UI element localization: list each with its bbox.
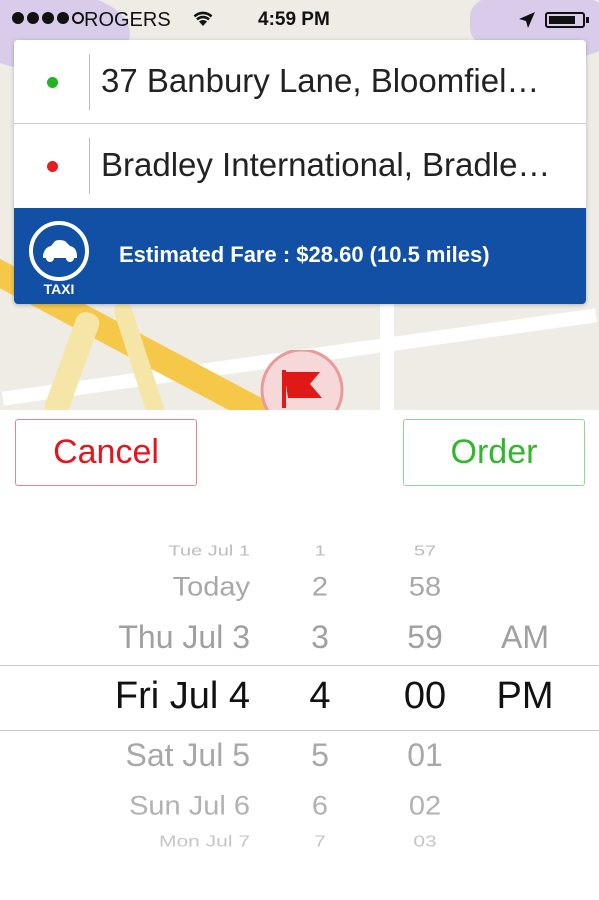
estimated-fare: Estimated Fare : $28.60 (10.5 miles)	[119, 242, 490, 267]
clock: 4:59 PM	[258, 9, 330, 30]
date-option[interactable]: Today	[50, 574, 250, 601]
hour-option[interactable]: 2	[290, 574, 350, 601]
order-button[interactable]: Order	[403, 419, 585, 486]
date-option[interactable]: Tue Jul 1	[50, 544, 250, 559]
hour-option[interactable]: 7	[290, 834, 350, 850]
pickup-address: 37 Banbury Lane, Bloomfiel…	[101, 62, 540, 99]
dropoff-address-field[interactable]: Bradley International, Bradle…	[14, 124, 586, 208]
divider	[89, 138, 90, 194]
carrier-name: ROGERS	[84, 9, 171, 31]
hour-option[interactable]: 3	[290, 621, 350, 653]
destination-flag-icon[interactable]	[256, 348, 348, 410]
location-arrow-icon	[519, 12, 535, 28]
minute-option[interactable]: 02	[390, 793, 460, 820]
date-option[interactable]: Sun Jul 6	[50, 793, 250, 820]
date-option[interactable]: Mon Jul 7	[50, 834, 250, 850]
status-bar: ROGERS 4:59 PM	[0, 0, 599, 40]
minute-selected[interactable]: 00	[390, 677, 460, 715]
wifi-icon	[193, 11, 213, 26]
hour-selected[interactable]: 4	[290, 677, 350, 715]
minute-option[interactable]: 59	[390, 621, 460, 653]
hour-option[interactable]: 1	[290, 544, 350, 559]
hour-option[interactable]: 5	[290, 739, 350, 771]
map-street	[380, 300, 394, 410]
date-option[interactable]: Sat Jul 5	[50, 739, 250, 771]
ampm-option[interactable]: AM	[480, 621, 570, 653]
selection-line-top	[0, 665, 599, 666]
signal-strength-icon	[12, 12, 84, 24]
pickup-dot-icon	[47, 77, 58, 88]
minute-option[interactable]: 03	[390, 834, 460, 850]
dropoff-address: Bradley International, Bradle…	[101, 146, 551, 183]
taxi-car-icon	[29, 221, 89, 281]
pickup-time-picker[interactable]: Tue Jul 1 Today Thu Jul 3 Fri Jul 4 Sat …	[0, 515, 599, 870]
pickup-address-field[interactable]: 37 Banbury Lane, Bloomfiel…	[14, 40, 586, 124]
dropoff-dot-icon	[47, 161, 58, 172]
fare-estimate-bar: TAXI Estimated Fare : $28.60 (10.5 miles…	[14, 208, 586, 304]
minute-option[interactable]: 58	[390, 574, 460, 601]
cancel-button[interactable]: Cancel	[15, 419, 197, 486]
ampm-selected[interactable]: PM	[480, 677, 570, 715]
selection-line-bottom	[0, 730, 599, 731]
route-card: 37 Banbury Lane, Bloomfiel… Bradley Inte…	[14, 40, 586, 304]
minute-option[interactable]: 57	[390, 544, 460, 559]
minute-option[interactable]: 01	[390, 739, 460, 771]
divider	[89, 54, 90, 110]
date-selected[interactable]: Fri Jul 4	[50, 677, 250, 715]
battery-icon	[545, 12, 589, 28]
taxi-label: TAXI	[43, 281, 75, 297]
hour-option[interactable]: 6	[290, 793, 350, 820]
taxi-logo: TAXI	[26, 218, 92, 298]
date-option[interactable]: Thu Jul 3	[50, 621, 250, 653]
